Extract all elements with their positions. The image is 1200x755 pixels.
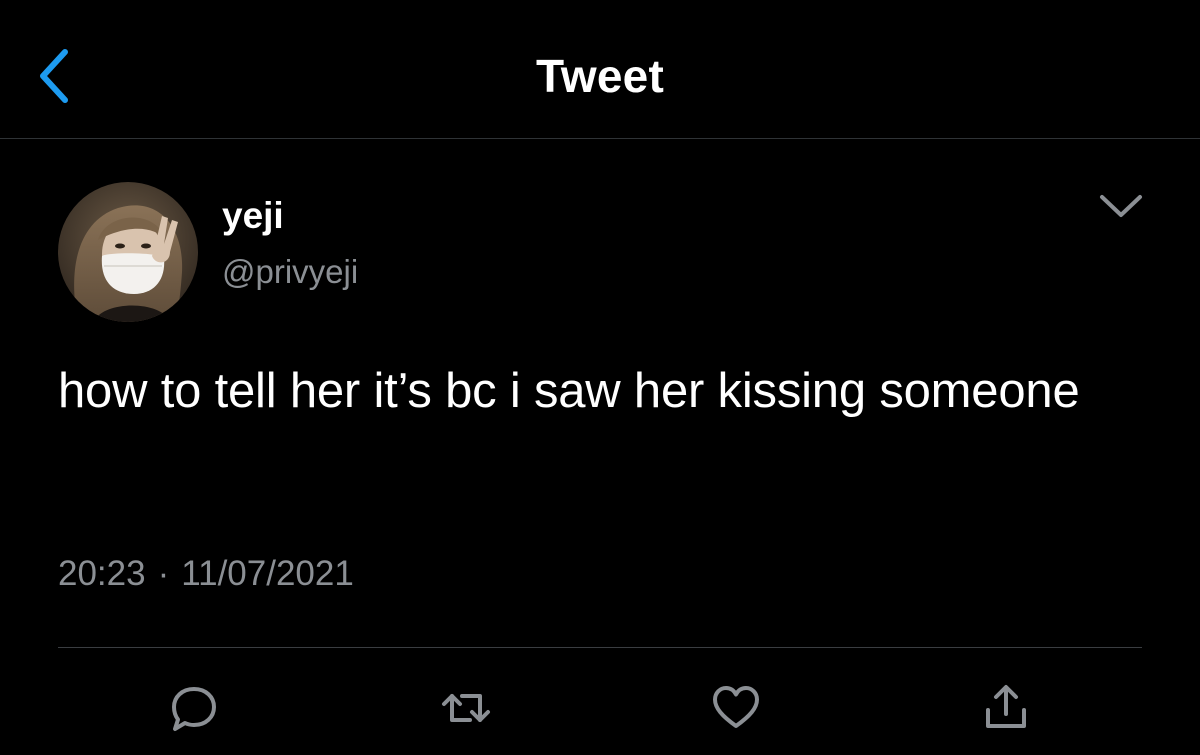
- speech-bubble-icon: [172, 687, 216, 731]
- heart-icon: [713, 686, 759, 728]
- tweet-time: 20:23: [58, 554, 146, 593]
- page-title: Tweet: [536, 50, 664, 102]
- retweet-button[interactable]: [436, 678, 496, 738]
- display-name[interactable]: yeji: [222, 194, 284, 238]
- divider: [58, 647, 1142, 648]
- tweet-date: 11/07/2021: [181, 554, 354, 593]
- reply-button[interactable]: [164, 678, 224, 738]
- user-handle[interactable]: @privyeji: [222, 252, 358, 292]
- meta-separator: ·: [157, 554, 170, 593]
- share-upload-icon: [986, 685, 1026, 728]
- top-nav-bar: Tweet: [0, 0, 1200, 139]
- tweet-timestamp: 20:23 · 11/07/2021: [58, 552, 354, 596]
- more-options-button[interactable]: [1094, 186, 1148, 226]
- retweet-icon: [442, 694, 490, 722]
- avatar[interactable]: [58, 182, 198, 322]
- like-button[interactable]: [706, 678, 766, 738]
- chevron-down-icon: [1100, 195, 1142, 217]
- share-button[interactable]: [976, 678, 1036, 738]
- profile-photo: [58, 182, 198, 322]
- tweet-text: how to tell her it’s bc i saw her kissin…: [58, 364, 1080, 418]
